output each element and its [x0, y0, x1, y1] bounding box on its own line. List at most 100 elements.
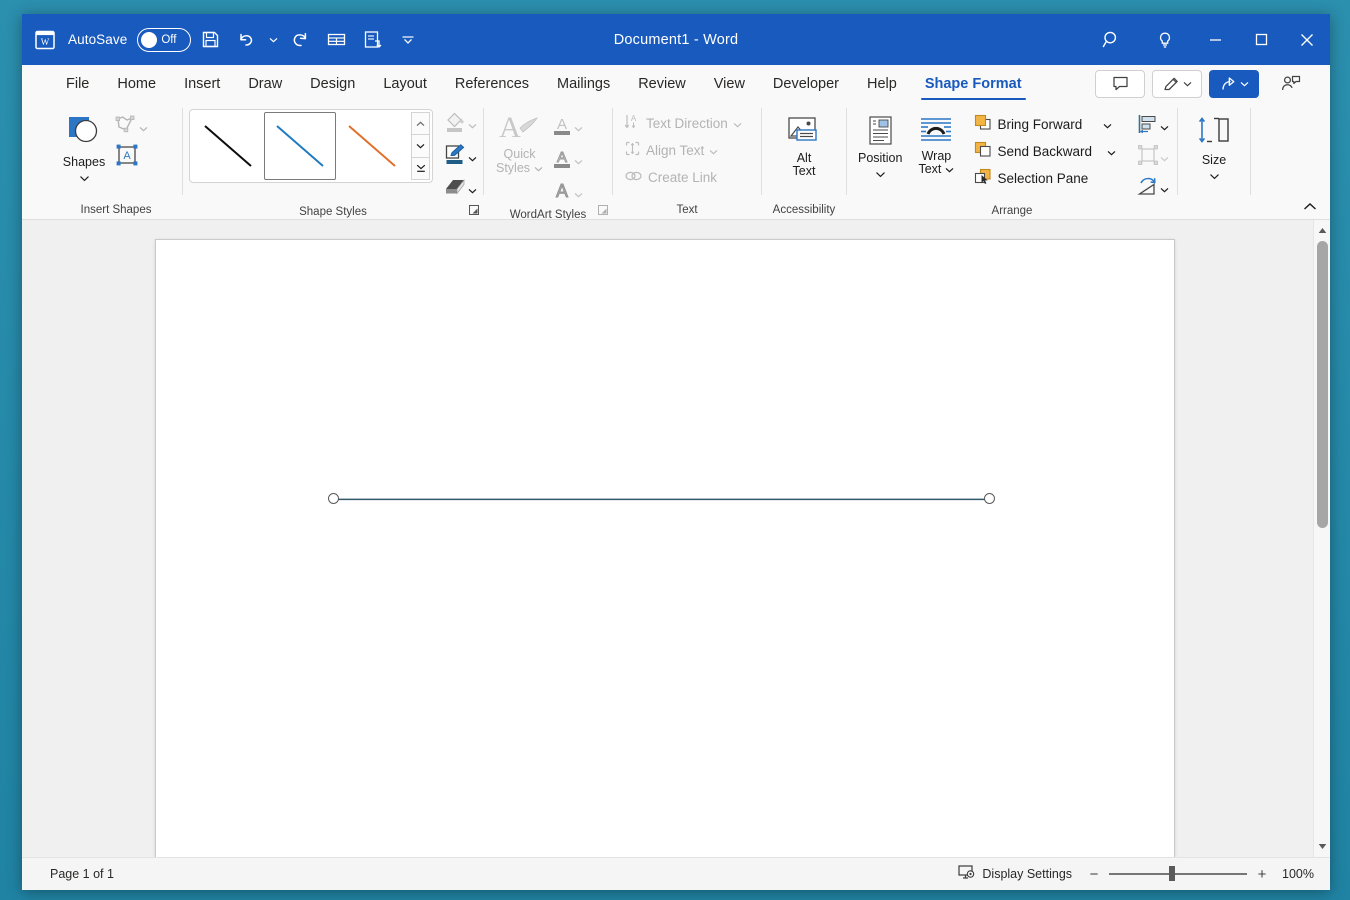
group-objects-button[interactable] [1135, 143, 1171, 172]
text-outline-button[interactable]: A [549, 145, 585, 176]
gallery-scroll-up-icon[interactable] [411, 112, 430, 134]
tab-shape-format[interactable]: Shape Format [911, 65, 1036, 102]
align-text-button[interactable]: Align Text [619, 138, 723, 162]
share-icon [1220, 76, 1237, 92]
zoom-slider[interactable]: − + [1086, 866, 1270, 882]
gallery-more-icon[interactable] [411, 157, 430, 180]
tab-home[interactable]: Home [103, 65, 170, 102]
alt-text-button[interactable]: Alt Text [777, 111, 831, 181]
scroll-down-icon[interactable] [1314, 838, 1331, 855]
tab-draw[interactable]: Draw [234, 65, 296, 102]
tab-developer[interactable]: Developer [759, 65, 853, 102]
tab-layout[interactable]: Layout [369, 65, 441, 102]
zoom-out-button[interactable]: − [1086, 866, 1102, 882]
quick-styles-label-line1: Quick [504, 147, 536, 162]
text-effects-icon: A [551, 179, 573, 208]
wordart-styles-dialog-launcher[interactable] [596, 203, 610, 217]
size-button[interactable]: Size [1187, 111, 1241, 187]
shape-effects-button[interactable] [441, 175, 479, 204]
zoom-track[interactable] [1109, 873, 1247, 875]
bring-forward-button[interactable]: Bring Forward [969, 112, 1121, 136]
paste-special-icon[interactable] [355, 23, 389, 57]
comments-button[interactable] [1095, 70, 1145, 98]
scroll-thumb[interactable] [1317, 241, 1328, 528]
lightbulb-icon[interactable] [1138, 14, 1192, 65]
wrap-text-icon [916, 115, 956, 147]
straight-line-shape[interactable] [334, 498, 989, 500]
scrollbar-track[interactable] [1314, 239, 1331, 838]
edit-shape-button[interactable] [112, 113, 150, 142]
text-box-button[interactable]: A [114, 144, 140, 170]
share-button[interactable] [1209, 70, 1259, 98]
redo-icon[interactable] [283, 23, 317, 57]
shape-style-thumbnail-orange[interactable] [336, 112, 408, 180]
editing-mode-button[interactable] [1152, 70, 1202, 98]
scroll-up-icon[interactable] [1314, 222, 1331, 239]
group-divider [1250, 108, 1251, 195]
display-settings-icon [958, 865, 976, 883]
text-box-icon: A [114, 143, 140, 172]
text-direction-button[interactable]: A Text Direction [619, 111, 747, 135]
autosave-label: AutoSave [68, 32, 127, 47]
tab-file[interactable]: File [52, 65, 103, 102]
shape-styles-gallery [189, 109, 433, 183]
resize-handle-right[interactable] [984, 493, 995, 504]
position-button[interactable]: Position [853, 111, 907, 185]
text-fill-button[interactable]: A [549, 112, 585, 143]
shape-fill-button[interactable] [441, 109, 479, 140]
maximize-icon[interactable] [1238, 14, 1284, 65]
document-area [22, 220, 1330, 857]
align-objects-button[interactable] [1135, 112, 1171, 141]
send-backward-label: Send Backward [997, 144, 1092, 159]
send-backward-button[interactable]: Send Backward [969, 139, 1121, 163]
text-effects-button[interactable]: A [549, 178, 585, 209]
create-link-button[interactable]: Create Link [619, 165, 722, 189]
undo-icon[interactable] [229, 23, 263, 57]
group-label-text: Text [619, 201, 755, 219]
collapse-ribbon-icon[interactable] [1300, 197, 1320, 215]
ribbon-group-text: A Text Direction [613, 102, 761, 219]
chevron-down-icon[interactable] [1103, 117, 1112, 132]
shape-outline-button[interactable] [441, 142, 479, 173]
vertical-scrollbar[interactable] [1313, 220, 1330, 857]
save-icon[interactable] [193, 23, 227, 57]
page-canvas[interactable] [22, 220, 1313, 857]
autosave-toggle[interactable]: Off [137, 28, 191, 52]
quick-styles-button[interactable]: A Quick Styles [490, 107, 549, 178]
rotate-objects-button[interactable] [1135, 174, 1171, 203]
selection-pane-button[interactable]: Selection Pane [969, 166, 1121, 190]
gallery-scroll-down-icon[interactable] [411, 134, 430, 156]
chevron-down-icon [468, 149, 477, 167]
resize-handle-left[interactable] [328, 493, 339, 504]
collaborate-button[interactable] [1266, 70, 1316, 98]
zoom-level[interactable]: 100% [1278, 865, 1318, 883]
display-settings-button[interactable]: Display Settings [952, 863, 1078, 885]
wrap-text-button[interactable]: Wrap Text [909, 111, 963, 179]
tab-review[interactable]: Review [624, 65, 700, 102]
tab-view[interactable]: View [700, 65, 759, 102]
shape-styles-dialog-launcher[interactable] [467, 203, 481, 217]
ribbon-group-wordart-styles: A Quick Styles A [484, 102, 612, 219]
page-info[interactable]: Page 1 of 1 [44, 865, 120, 883]
tab-design[interactable]: Design [296, 65, 369, 102]
document-page[interactable] [155, 239, 1175, 857]
chevron-down-icon[interactable] [1107, 144, 1116, 159]
customize-quick-access-toolbar-icon[interactable] [391, 23, 425, 57]
minimize-icon[interactable] [1192, 14, 1238, 65]
table-icon[interactable] [319, 23, 353, 57]
close-icon[interactable] [1284, 14, 1330, 65]
ribbon-tab-strip-right [1095, 65, 1330, 102]
undo-dropdown-caret-icon[interactable] [265, 37, 281, 43]
tab-references[interactable]: References [441, 65, 543, 102]
shapes-button[interactable]: Shapes [56, 109, 112, 189]
selection-pane-icon [974, 168, 992, 188]
ribbon-group-arrange: Position [847, 102, 1177, 219]
shape-style-thumbnail-blue[interactable] [264, 112, 336, 180]
zoom-in-button[interactable]: + [1254, 866, 1270, 882]
shape-style-thumbnail-black[interactable] [192, 112, 264, 180]
zoom-thumb[interactable] [1169, 866, 1175, 881]
search-icon[interactable] [1084, 14, 1138, 65]
tab-insert[interactable]: Insert [170, 65, 234, 102]
tab-help[interactable]: Help [853, 65, 911, 102]
tab-mailings[interactable]: Mailings [543, 65, 624, 102]
